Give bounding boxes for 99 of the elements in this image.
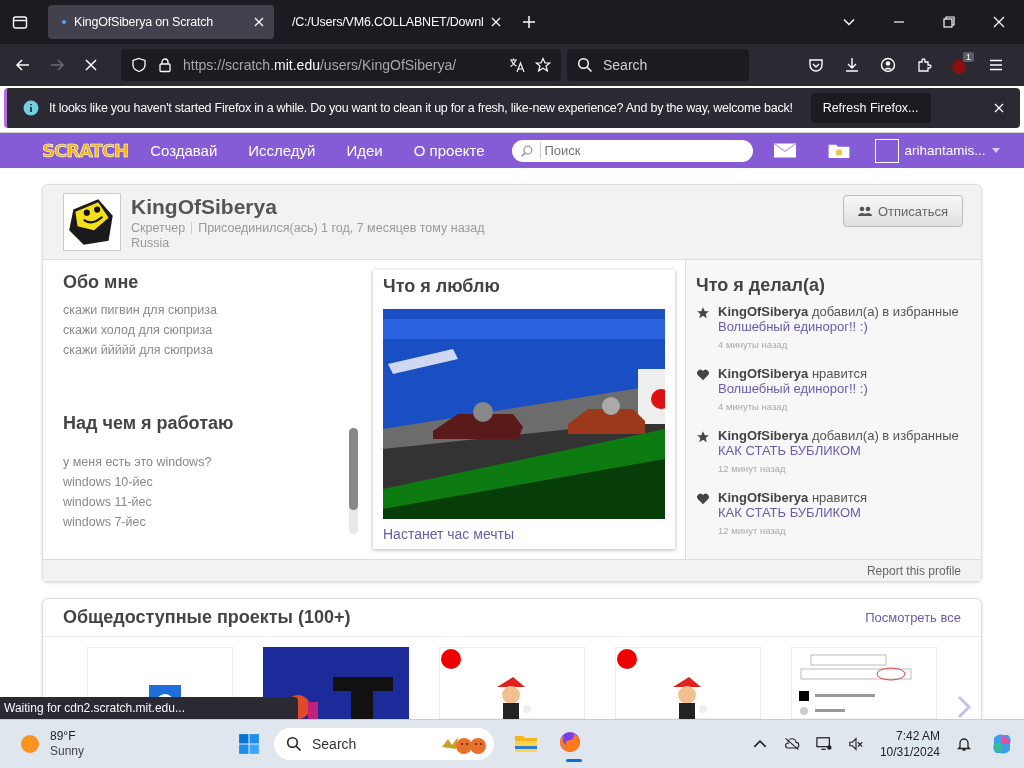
restore-icon[interactable]: [942, 15, 956, 29]
nav-link[interactable]: Создавай: [150, 142, 218, 159]
profile-role: Скретчер: [131, 220, 186, 235]
project-link[interactable]: КАК СТАТЬ БУБЛИКОМ: [718, 505, 861, 520]
nav-link[interactable]: Идеи: [346, 142, 383, 159]
extension-badge: 1: [963, 52, 974, 62]
folder-icon[interactable]: [826, 142, 851, 159]
cloud-off-icon[interactable]: [783, 736, 800, 752]
scroll-thumb[interactable]: [349, 428, 358, 510]
unfollow-button[interactable]: Отписаться: [842, 195, 963, 227]
weather-widget[interactable]: 89°F Sunny: [20, 729, 85, 759]
activity-time: 12 минут назад: [718, 463, 786, 474]
bio-line: windows 7-йес: [63, 514, 147, 531]
puzzle-icon[interactable]: [916, 57, 932, 73]
sun-icon: [20, 734, 40, 754]
refresh-firefox-button[interactable]: Refresh Firefox...: [810, 93, 931, 123]
profile-avatar-icon: [63, 193, 121, 251]
nav-link[interactable]: Исследуй: [248, 142, 316, 159]
browser-tab[interactable]: /C:/Users/VM6.COLLABNET/Downl: [278, 5, 504, 39]
lock-icon[interactable]: [157, 57, 173, 73]
project-link[interactable]: Волшебный единорог!! :): [718, 381, 868, 396]
section-title: Общедоступные проекты (100+): [63, 607, 351, 628]
activity-time: 4 минуты назад: [718, 401, 788, 412]
close-icon[interactable]: [994, 103, 1004, 113]
notification-message: It looks like you haven't started Firefox in a while. Do you want to clean it up for a fresh, like-new experience? And by the way, welcome back!: [49, 101, 793, 115]
star-icon: [696, 306, 710, 320]
section-title: Обо мне: [63, 272, 140, 293]
windows-start-icon[interactable]: [238, 733, 260, 755]
temperature: 89°F: [50, 729, 77, 744]
search-bar[interactable]: Search: [567, 49, 749, 81]
activity-text: KingOfSiberya нравится КАК СТАТЬ БУБЛИКОМ: [718, 490, 869, 520]
bio-line: скажи холод для сюприза: [63, 322, 214, 339]
user-avatar[interactable]: [874, 138, 899, 163]
scrollbar[interactable]: [349, 428, 358, 534]
bio-line: windows 11-йес: [63, 494, 153, 511]
info-icon: [23, 100, 39, 116]
caret-icon[interactable]: [991, 148, 1000, 153]
heart-icon: [696, 492, 710, 506]
activity-text: KingOfSiberya добавил(а) в избранные КАК СТАТЬ БУБЛИКОМ: [718, 428, 960, 458]
search-icon: [286, 736, 302, 752]
translate-icon[interactable]: [509, 57, 525, 73]
bell-icon[interactable]: [956, 736, 972, 752]
close-icon[interactable]: [491, 17, 502, 27]
nav-link[interactable]: О проекте: [413, 142, 485, 159]
activity-text: KingOfSiberya нравится Волшебный единорог!! :): [718, 366, 869, 396]
clock-time: 7:42 AM: [895, 728, 940, 744]
project-link[interactable]: КАК СТАТЬ БУБЛИКОМ: [718, 443, 861, 458]
pocket-icon[interactable]: [808, 57, 824, 73]
heart-icon: [696, 368, 710, 382]
browser-tab[interactable]: KingOfSiberya on Scratch: [48, 5, 274, 39]
profile-username: KingOfSiberya: [131, 194, 277, 219]
taskbar-search[interactable]: Search: [274, 728, 494, 760]
search-icon: [519, 143, 534, 158]
account-icon[interactable]: [880, 57, 896, 73]
browser-icon[interactable]: [558, 730, 582, 754]
menu-icon[interactable]: [988, 57, 1004, 73]
search-icon: [577, 57, 593, 73]
stop-icon[interactable]: [83, 57, 99, 73]
envelope-icon[interactable]: [772, 142, 797, 159]
report-link[interactable]: Report this profile: [866, 563, 961, 578]
join-date: Присоединился(ась) 1 год, 7 месяцев тому назад: [198, 220, 485, 235]
project-link[interactable]: Настанет час мечты: [383, 526, 665, 542]
star-icon[interactable]: [535, 57, 551, 73]
bio-line: windows 10-йес: [63, 474, 154, 491]
bio-line: скажи ййййй для сюприза: [63, 342, 214, 359]
clock-date: 10/31/2024: [879, 744, 940, 760]
forward-icon[interactable]: [49, 57, 65, 73]
bio-line: у меня есть это windows?: [63, 454, 213, 471]
profile-location: Russia: [131, 235, 170, 250]
search-field[interactable]: Search: [310, 735, 432, 753]
section-title: Над чем я работаю: [63, 413, 235, 434]
address-bar[interactable]: https://scratch.mit.edu/users/KingOfSiberya/: [121, 49, 561, 81]
close-icon[interactable]: [254, 17, 264, 27]
copilot-icon[interactable]: [990, 732, 1014, 756]
account-menu[interactable]: arihantamis...: [904, 143, 986, 158]
tab-list-icon[interactable]: [12, 14, 28, 30]
weather-condition: Sunny: [50, 744, 85, 759]
activity-time: 4 минуты назад: [718, 339, 788, 350]
section-title: Что я делал(а): [696, 275, 827, 296]
download-icon[interactable]: [844, 57, 860, 73]
status-tooltip: Waiting for cdn2.scratch.mit.edu...: [0, 697, 298, 719]
new-tab-icon[interactable]: [522, 15, 536, 29]
search-bar[interactable]: Поиск: [511, 139, 753, 162]
activity-time: 12 минут назад: [718, 525, 786, 536]
section-title: Что я люблю: [383, 276, 501, 297]
see-all-link[interactable]: Посмотреть все: [865, 610, 961, 625]
activity-text: KingOfSiberya добавил(а) в избранные Волшебный единорог!! :): [718, 304, 960, 334]
monitor-icon[interactable]: [815, 736, 832, 752]
star-icon: [696, 430, 710, 444]
users-icon: [857, 206, 872, 216]
project-link[interactable]: Волшебный единорог!! :): [718, 319, 868, 334]
search-field[interactable]: Search: [601, 56, 735, 74]
speaker-muted-icon[interactable]: [847, 736, 864, 752]
bio-line: скажи пигвин для сюприза: [63, 302, 218, 319]
close-icon[interactable]: [992, 15, 1006, 29]
shield-icon[interactable]: [131, 57, 147, 73]
extension-button[interactable]: 1: [948, 52, 974, 78]
back-icon[interactable]: [15, 57, 31, 73]
clock[interactable]: 7:42 AM 10/31/2024: [879, 728, 940, 760]
